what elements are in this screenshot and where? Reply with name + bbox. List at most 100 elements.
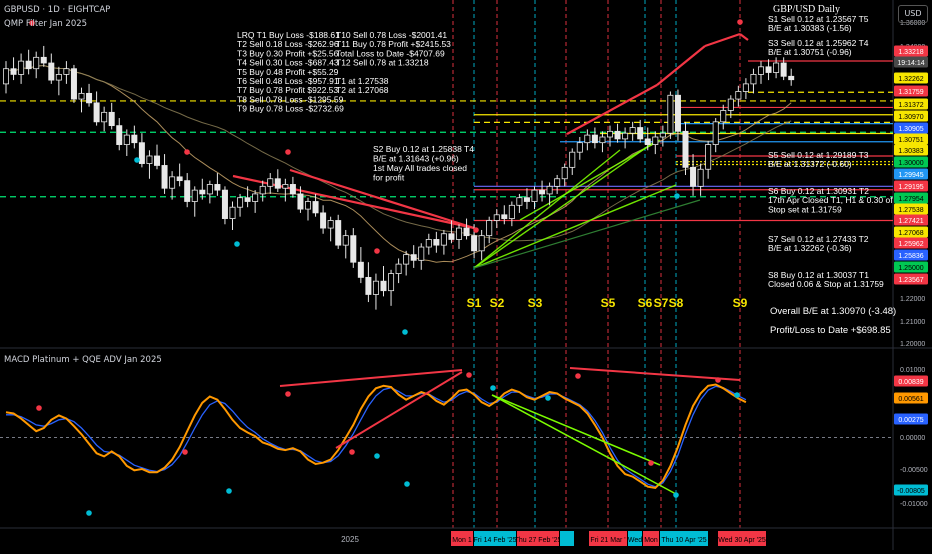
candle-body — [667, 94, 674, 134]
candle-body — [742, 83, 749, 92]
candle-body — [531, 189, 538, 202]
macd-tick: -0.00500 — [900, 467, 928, 474]
candle-body — [55, 74, 62, 81]
time-label: Thu 27 Feb '25 — [515, 537, 562, 544]
macd-signal-dot — [545, 395, 551, 401]
candle-body — [478, 235, 485, 252]
profit-to-date: Profit/Loss to Date +$698.85 — [770, 325, 891, 336]
note-right-line: B/E at 1.31372 (-0.60) — [768, 159, 852, 169]
macd-signal-dot — [182, 449, 188, 455]
signal-dot — [134, 157, 140, 163]
price-label: 1.31759 — [898, 89, 923, 96]
candle-body — [773, 62, 780, 73]
macd-trendline-red — [279, 369, 463, 387]
macd-trendline-red — [335, 371, 463, 449]
macd-label: 0.00561 — [898, 396, 923, 403]
candle-body — [690, 166, 697, 187]
time-label: Thu 10 Apr '25 — [661, 537, 706, 544]
trendline-green-dark — [473, 199, 701, 269]
price-tick: 1.22000 — [900, 296, 925, 303]
candle-body — [25, 60, 32, 70]
signal-dot — [374, 248, 380, 254]
time-label: Mon 1 — [452, 537, 472, 544]
candle-body — [365, 276, 372, 295]
candle-body — [433, 239, 440, 246]
candle-body — [372, 280, 379, 295]
candle-body — [78, 92, 85, 100]
candle-body — [350, 235, 357, 263]
candle-body — [607, 130, 614, 138]
price-tick: 1.21000 — [900, 319, 925, 326]
candle-body — [146, 155, 153, 164]
candle-body — [720, 110, 727, 123]
signal-label: S6 — [638, 296, 653, 310]
candle-body — [561, 166, 568, 180]
candle-body — [599, 136, 606, 144]
note-s2-line: 1st May All trades closed — [373, 163, 467, 173]
candle-body — [289, 184, 296, 195]
candle-body — [138, 142, 145, 164]
candle-body — [508, 204, 515, 219]
candle-body — [169, 176, 176, 189]
chart-svg[interactable]: LRQ T1 Buy Loss -$188.61T2 Sell 0.18 Los… — [0, 0, 932, 550]
candle-body — [40, 56, 47, 64]
candle-body — [93, 102, 100, 123]
note-right-line: B/E at 1.32262 (-0.36) — [768, 243, 852, 253]
candle-body — [637, 127, 644, 140]
price-label: 1.30905 — [898, 126, 923, 133]
candle-body — [501, 214, 508, 219]
overall-breakeven: Overall B/E at 1.30970 (-3.48) — [770, 306, 896, 317]
candle-body — [418, 246, 425, 261]
candle-body — [591, 134, 598, 144]
candle-body — [221, 189, 228, 219]
candle-body — [463, 227, 470, 237]
time-label: Fri 21 Mar ' — [590, 537, 625, 544]
candle-body — [546, 185, 553, 195]
macd-signal-dot — [374, 453, 380, 459]
trendline-green — [519, 139, 661, 221]
signal-dot — [285, 149, 291, 155]
candle-body — [569, 151, 576, 168]
time-label: Wed 30 Apr '25 — [718, 537, 766, 544]
trendline-red — [566, 84, 658, 135]
signal-label: S8 — [669, 296, 684, 310]
signal-dot — [402, 329, 408, 335]
macd-signal-dot — [734, 392, 740, 398]
macd-signal-dot — [86, 510, 92, 516]
candle-body — [712, 121, 719, 145]
macd-label: 0.00839 — [898, 379, 923, 386]
price-label: 1.30383 — [898, 148, 923, 155]
candle-body — [682, 130, 689, 168]
candle-body — [758, 66, 765, 75]
candle-body — [70, 68, 77, 100]
price-label: 1.27538 — [898, 207, 923, 214]
candle-body — [320, 212, 327, 229]
price-label: 1.27954 — [898, 196, 923, 203]
trading-chart[interactable]: LRQ T1 Buy Loss -$188.61 T2 Sell 0.18 Los… — [0, 0, 932, 550]
price-label: 1.33218 — [898, 49, 923, 56]
candle-body — [523, 197, 530, 202]
currency-button[interactable]: USD — [898, 5, 928, 23]
candle-body — [274, 178, 281, 189]
price-label: 1.29945 — [898, 172, 923, 179]
candle-body — [410, 254, 417, 261]
macd-label: 0.00275 — [898, 417, 923, 424]
price-label: 1.29195 — [898, 184, 923, 191]
candle-body — [697, 168, 704, 187]
candle-body — [614, 130, 621, 140]
price-label: 1.25836 — [898, 253, 923, 260]
macd-signal-dot — [673, 492, 679, 498]
price-label: 1.25000 — [898, 265, 923, 272]
time-label: Mon — [644, 537, 658, 544]
candle-body — [674, 94, 681, 132]
candle-body — [554, 178, 561, 187]
price-label: 1.30751 — [898, 137, 923, 144]
candle-body — [644, 138, 651, 145]
trendline-green — [473, 149, 621, 269]
candle-body — [244, 197, 251, 202]
note-right-line: B/E at 1.30751 (-0.96) — [768, 47, 852, 57]
signal-dot — [234, 241, 240, 247]
macd-tick: -0.01000 — [900, 501, 928, 508]
candle-body — [539, 189, 546, 195]
candle-body — [10, 68, 17, 75]
